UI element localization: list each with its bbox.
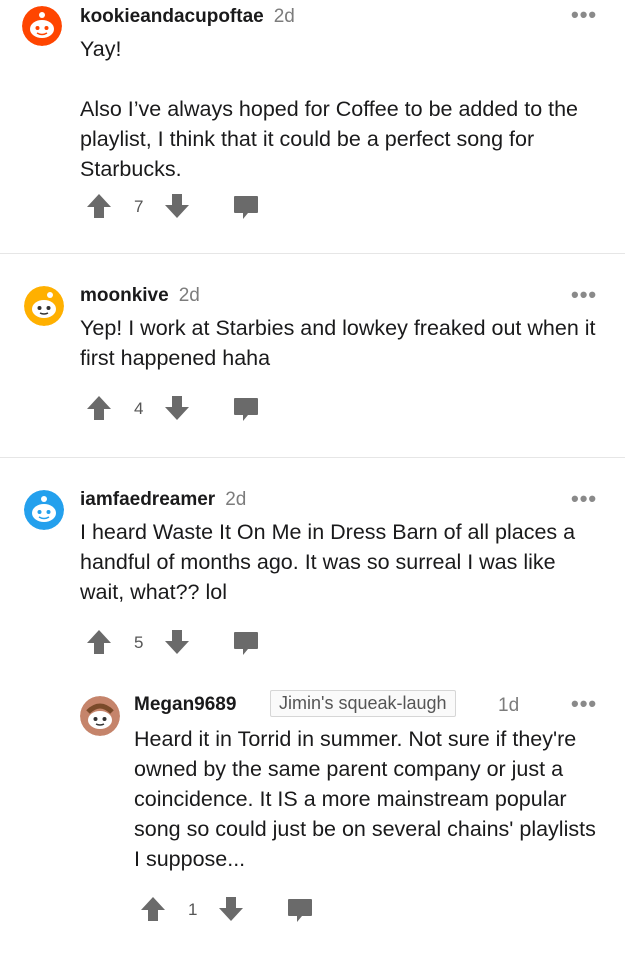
snoo-avatar-icon	[80, 696, 120, 736]
vote-count: 1	[188, 900, 198, 919]
comment-paragraph: Also I’ve always hoped for Coffee to be …	[80, 97, 579, 181]
vote-count: 4	[134, 399, 144, 418]
downvote-icon[interactable]	[164, 395, 190, 421]
username-text[interactable]: Megan9689	[134, 694, 236, 715]
comment-age: 2d	[178, 285, 200, 306]
vote-count: 7	[134, 197, 144, 216]
downvote-icon[interactable]	[164, 193, 190, 219]
upvote-icon[interactable]	[86, 395, 112, 421]
reply-icon[interactable]	[286, 896, 314, 924]
snoo-avatar-icon	[24, 490, 64, 530]
upvote-icon[interactable]	[140, 896, 166, 922]
comment-paragraph: Heard it in Torrid in summer. Not sure i…	[134, 727, 596, 871]
user-flair: Jimin's squeak-laugh	[270, 690, 456, 717]
comment-body: Yep! I work at Starbies and lowkey freak…	[80, 313, 600, 373]
snoo-avatar-icon	[22, 6, 62, 46]
comment-paragraph: Yep! I work at Starbies and lowkey freak…	[80, 316, 596, 370]
reply-icon[interactable]	[232, 395, 260, 423]
downvote-icon[interactable]	[218, 896, 244, 922]
more-options-icon[interactable]: •••	[571, 488, 597, 510]
comment: moonkive 2d ••• Yep! I work at Starbies a…	[0, 254, 625, 456]
nested-comment: Megan9689 Jimin's squeak-laugh 1d ••• He…	[0, 686, 625, 956]
comment-age: 1d	[498, 695, 520, 716]
username-text[interactable]: iamfaedreamer	[80, 489, 215, 510]
username[interactable]: kookieandacupoftae 2d	[80, 6, 295, 28]
comment-body: Heard it in Torrid in summer. Not sure i…	[134, 724, 604, 874]
upvote-icon[interactable]	[86, 629, 112, 655]
username[interactable]: Megan9689	[134, 694, 236, 716]
comment-paragraph: Yay!	[80, 37, 122, 61]
username[interactable]: iamfaedreamer 2d	[80, 489, 246, 511]
comment-actions: 5	[86, 627, 286, 657]
avatar[interactable]	[80, 696, 120, 736]
comment-actions: 1	[140, 894, 340, 924]
comment-actions: 4	[86, 393, 286, 423]
upvote-icon[interactable]	[86, 193, 112, 219]
more-options-icon[interactable]: •••	[571, 4, 597, 26]
comment-actions: 7	[86, 191, 286, 221]
avatar[interactable]	[22, 6, 62, 46]
avatar[interactable]	[24, 490, 64, 530]
reply-icon[interactable]	[232, 193, 260, 221]
username[interactable]: moonkive 2d	[80, 285, 200, 307]
reply-icon[interactable]	[232, 629, 260, 657]
comment-age: 2d	[225, 489, 247, 510]
comment-paragraph: I heard Waste It On Me in Dress Barn of …	[80, 520, 576, 604]
comment: iamfaedreamer 2d ••• I heard Waste It On …	[0, 458, 625, 958]
comment: kookieandacupoftae 2d ••• Yay! Also I’ve …	[0, 0, 625, 252]
username-text[interactable]: moonkive	[80, 285, 169, 306]
more-options-icon[interactable]: •••	[571, 284, 597, 306]
username-text[interactable]: kookieandacupoftae	[80, 6, 264, 27]
vote-count: 5	[134, 633, 144, 652]
snoo-avatar-icon	[24, 286, 64, 326]
avatar[interactable]	[24, 286, 64, 326]
more-options-icon[interactable]: •••	[571, 693, 597, 715]
comment-body: I heard Waste It On Me in Dress Barn of …	[80, 517, 600, 607]
downvote-icon[interactable]	[164, 629, 190, 655]
comment-body: Yay! Also I’ve always hoped for Coffee t…	[80, 34, 600, 184]
comment-age: 2d	[273, 6, 295, 27]
